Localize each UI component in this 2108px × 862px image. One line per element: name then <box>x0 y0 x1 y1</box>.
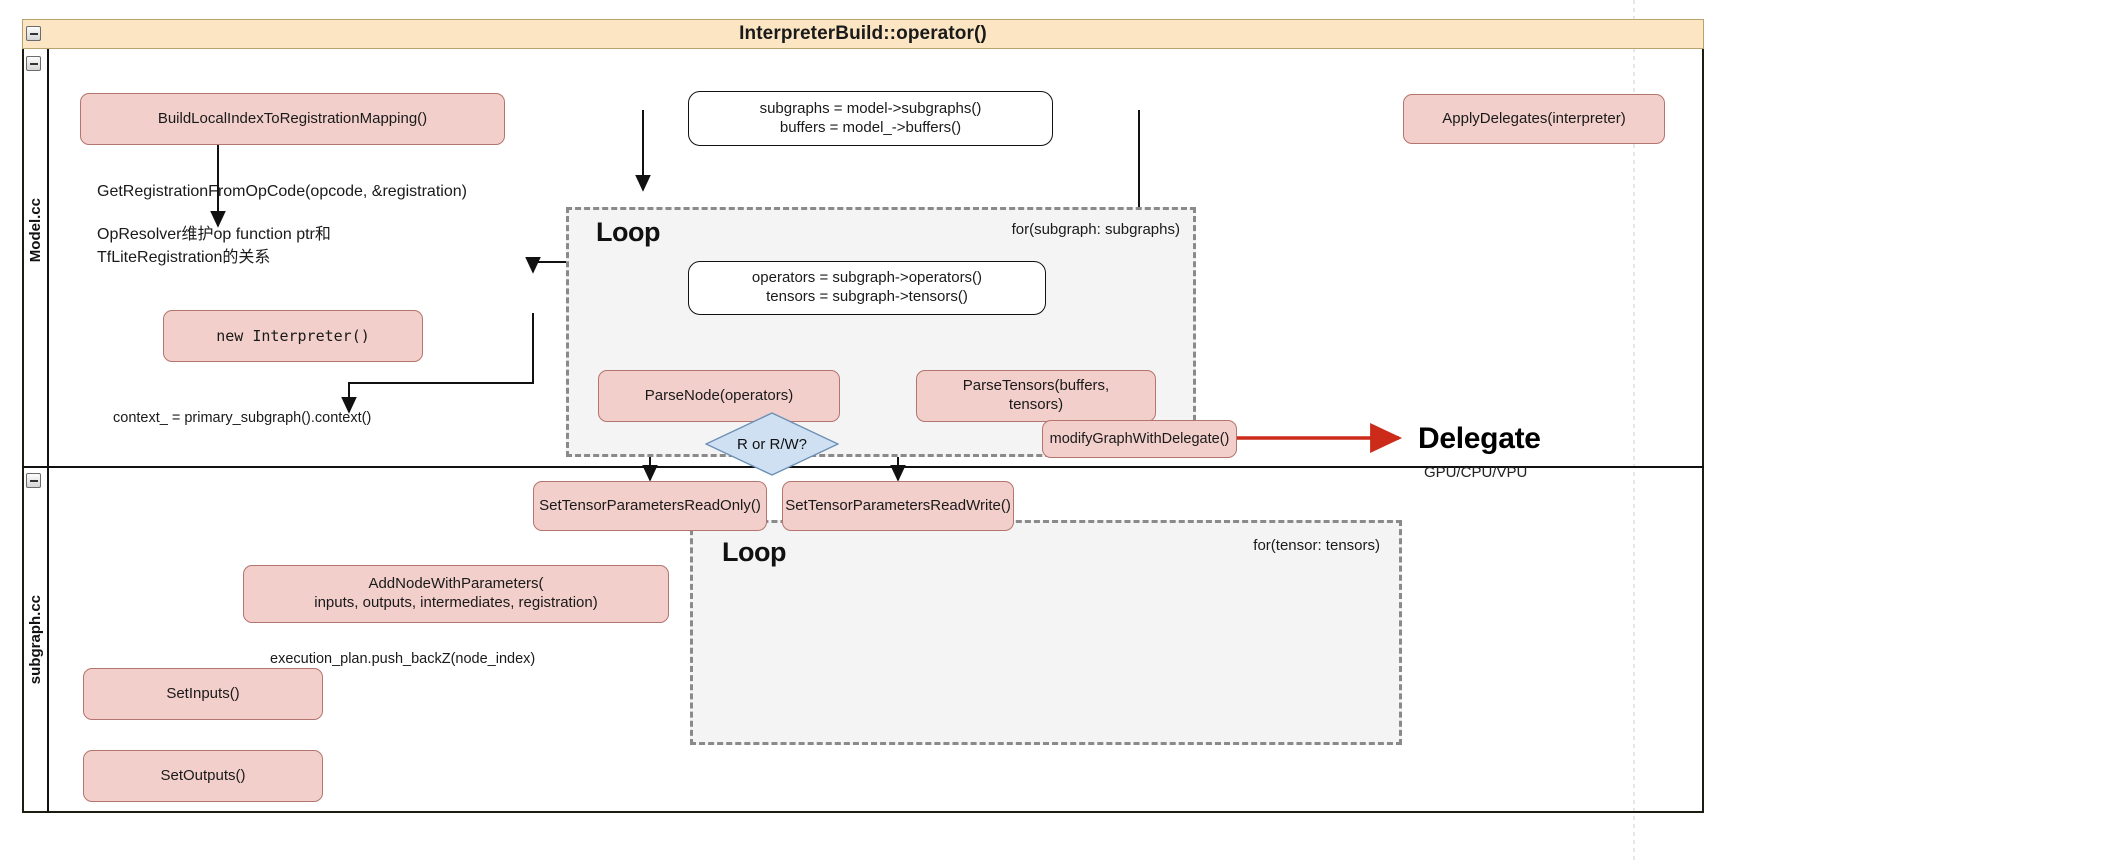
delegate-title: Delegate <box>1418 422 1541 456</box>
node-new-interpreter[interactable]: new Interpreter() <box>163 310 423 362</box>
frame-header: InterpreterBuild::operator() <box>22 19 1704 49</box>
note-text: GetRegistrationFromOpCode(opcode, &regis… <box>97 183 467 201</box>
node-label: SetTensorParametersReadOnly() <box>539 496 761 514</box>
node-set-outputs[interactable]: SetOutputs() <box>83 750 323 802</box>
node-set-tensor-parameters-read-only[interactable]: SetTensorParametersReadOnly() <box>533 481 767 531</box>
lane-label-subgraph-text: subgraph.cc <box>27 595 44 685</box>
node-set-inputs[interactable]: SetInputs() <box>83 668 323 720</box>
decision-label: R or R/W? <box>736 435 807 453</box>
delegate-subtitle-text: GPU/CPU/VPU <box>1424 464 1528 481</box>
node-set-tensor-parameters-read-write[interactable]: SetTensorParametersReadWrite() <box>782 481 1014 531</box>
lane-label-model-text: Model.cc <box>27 197 44 263</box>
diagram-canvas: InterpreterBuild::operator() Model.cc su… <box>0 0 2108 862</box>
delegate-title-text: Delegate <box>1418 422 1541 455</box>
note-get-registration-from-opcode: GetRegistrationFromOpCode(opcode, &regis… <box>97 157 617 203</box>
lane-label-model: Model.cc <box>22 160 49 300</box>
node-subgraph-operators-tensors[interactable]: operators = subgraph->operators() tensor… <box>688 261 1046 315</box>
node-label: SetInputs() <box>166 684 240 702</box>
collapse-frame-icon[interactable] <box>26 26 41 41</box>
note-opresolver: OpResolver维护op function ptr和 TfLiteRegis… <box>97 200 537 270</box>
note-text: OpResolver维护op function ptr和 TfLiteRegis… <box>97 226 331 267</box>
node-build-local-index-to-registration-mapping[interactable]: BuildLocalIndexToRegistrationMapping() <box>80 93 505 145</box>
collapse-model-lane-icon[interactable] <box>26 56 41 71</box>
node-model-subgraphs-buffers[interactable]: subgraphs = model->subgraphs() buffers =… <box>688 91 1053 146</box>
loop-condition-text: for(subgraph: subgraphs) <box>1011 221 1180 238</box>
node-label: SetTensorParametersReadWrite() <box>785 496 1011 514</box>
node-label: ApplyDelegates(interpreter) <box>1442 109 1626 127</box>
node-label: ParseNode(operators) <box>644 386 794 404</box>
loop-title-subgraphs: Loop <box>596 217 660 248</box>
note-execution-plan: execution_plan.push_backZ(node_index) <box>270 628 700 670</box>
node-label: operators = subgraph->operators() tensor… <box>751 269 983 305</box>
node-label: BuildLocalIndexToRegistrationMapping() <box>157 109 428 127</box>
node-apply-delegates[interactable]: ApplyDelegates(interpreter) <box>1403 94 1665 144</box>
delegate-subtitle: GPU/CPU/VPU <box>1424 464 1527 481</box>
note-context-primary-subgraph: context_ = primary_subgraph().context() <box>113 387 553 429</box>
loop-condition-text: for(tensor: tensors) <box>1253 537 1380 554</box>
node-label: ParseTensors(buffers, tensors) <box>962 377 1110 413</box>
node-label: new Interpreter() <box>216 326 370 345</box>
node-add-node-with-parameters[interactable]: AddNodeWithParameters( inputs, outputs, … <box>243 565 669 623</box>
note-text: context_ = primary_subgraph().context() <box>113 410 372 427</box>
loop-title-text: Loop <box>596 217 660 247</box>
collapse-subgraph-lane-icon[interactable] <box>26 473 41 488</box>
page-title: InterpreterBuild::operator() <box>739 23 987 44</box>
node-label: modifyGraphWithDelegate() <box>1049 430 1230 447</box>
lane-label-subgraph: subgraph.cc <box>22 560 49 720</box>
node-modify-graph-with-delegate[interactable]: modifyGraphWithDelegate() <box>1042 420 1237 458</box>
node-label: SetOutputs() <box>160 766 246 784</box>
node-label: subgraphs = model->subgraphs() buffers =… <box>759 99 982 136</box>
note-text: execution_plan.push_backZ(node_index) <box>270 651 536 668</box>
loop-title-tensors: Loop <box>722 537 786 568</box>
node-label: AddNodeWithParameters( inputs, outputs, … <box>314 575 598 611</box>
node-parse-tensors[interactable]: ParseTensors(buffers, tensors) <box>916 370 1156 422</box>
loop-title-text: Loop <box>722 537 786 567</box>
loop-condition-subgraphs: for(subgraph: subgraphs) <box>930 221 1180 238</box>
decision-r-or-rw[interactable]: R or R/W? <box>705 412 839 476</box>
loop-condition-tensors: for(tensor: tensors) <box>1130 537 1380 554</box>
